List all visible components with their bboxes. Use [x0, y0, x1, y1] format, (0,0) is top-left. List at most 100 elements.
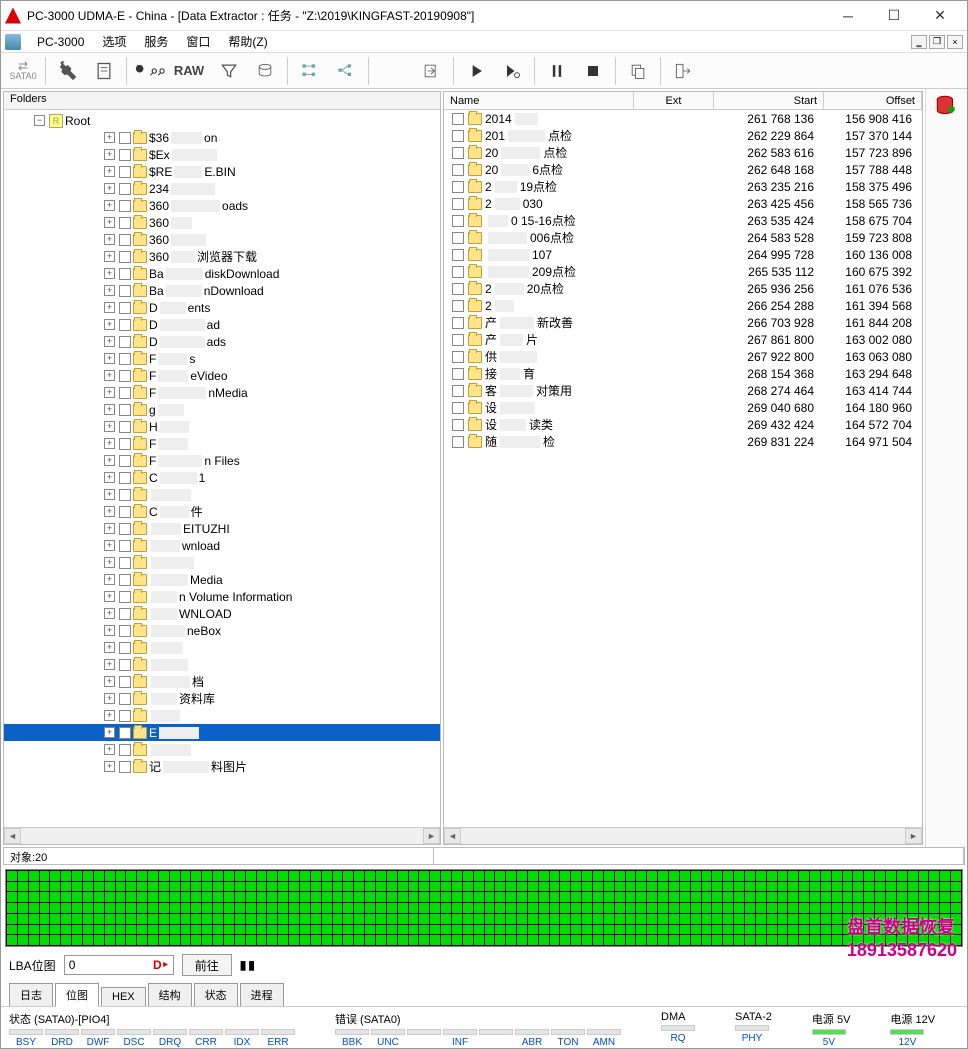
stop-button[interactable]	[575, 55, 611, 87]
tree-item[interactable]: +360	[104, 231, 440, 248]
tree-item[interactable]: +	[104, 741, 440, 758]
tree-item[interactable]: +234	[104, 180, 440, 197]
sata-port-button[interactable]: ⇄ SATA0	[5, 55, 41, 87]
document-button[interactable]	[86, 55, 122, 87]
tree-item[interactable]: +	[104, 486, 440, 503]
tree-item[interactable]: +BadiskDownload	[104, 265, 440, 282]
goto-button[interactable]: 前往	[182, 954, 232, 976]
row-checkbox[interactable]	[452, 300, 464, 312]
list-row[interactable]: 设269 040 680164 180 960	[444, 399, 922, 416]
row-checkbox[interactable]	[452, 368, 464, 380]
mdi-restore[interactable]: ❐	[929, 35, 945, 49]
copy-button[interactable]	[620, 55, 656, 87]
menu-service[interactable]: 服务	[138, 31, 174, 52]
tree-item[interactable]: +WNLOAD	[104, 605, 440, 622]
col-start[interactable]: Start	[714, 92, 824, 109]
row-checkbox[interactable]	[452, 130, 464, 142]
tab-hex[interactable]: HEX	[101, 987, 146, 1006]
tree-item[interactable]: +	[104, 707, 440, 724]
row-checkbox[interactable]	[452, 164, 464, 176]
list-row[interactable]: 供267 922 800163 063 080	[444, 348, 922, 365]
tree-item[interactable]: +资料库	[104, 690, 440, 707]
row-checkbox[interactable]	[452, 232, 464, 244]
tree-item[interactable]: +wnload	[104, 537, 440, 554]
horizontal-scrollbar[interactable]: ◄►	[4, 827, 440, 844]
tab-struct[interactable]: 结构	[148, 983, 192, 1006]
tree-item[interactable]: +Dents	[104, 299, 440, 316]
tree-item[interactable]: +E	[4, 724, 440, 741]
row-checkbox[interactable]	[452, 351, 464, 363]
row-checkbox[interactable]	[452, 181, 464, 193]
list-row[interactable]: 201点检262 229 864157 370 144	[444, 127, 922, 144]
list-row[interactable]: 2030263 425 456158 565 736	[444, 195, 922, 212]
menu-options[interactable]: 选项	[96, 31, 132, 52]
folder-tree[interactable]: −RRoot+$36on+$Ex+$REE.BIN+234+360oads+36…	[4, 110, 440, 827]
menu-window[interactable]: 窗口	[180, 31, 216, 52]
list-row[interactable]: 2266 254 288161 394 568	[444, 297, 922, 314]
tree-item[interactable]: +	[104, 656, 440, 673]
tree-item[interactable]: +FnMedia	[104, 384, 440, 401]
row-checkbox[interactable]	[452, 249, 464, 261]
disk-button[interactable]	[247, 55, 283, 87]
row-checkbox[interactable]	[452, 266, 464, 278]
list-row[interactable]: 20点检262 583 616157 723 896	[444, 144, 922, 161]
nodes2-button[interactable]	[328, 55, 364, 87]
row-checkbox[interactable]	[452, 334, 464, 346]
menu-app[interactable]: PC-3000	[31, 33, 90, 51]
lba-bitmap[interactable]	[5, 869, 963, 947]
db-icon[interactable]	[933, 93, 961, 121]
tree-item[interactable]: +Fn Files	[104, 452, 440, 469]
list-row[interactable]: 客对策用268 274 464163 414 744	[444, 382, 922, 399]
row-checkbox[interactable]	[452, 402, 464, 414]
list-row[interactable]: 107264 995 728160 136 008	[444, 246, 922, 263]
col-offset[interactable]: Offset	[824, 92, 922, 109]
tree-item[interactable]: +Dads	[104, 333, 440, 350]
tree-item[interactable]: +档	[104, 673, 440, 690]
tree-item[interactable]: +g	[104, 401, 440, 418]
tree-item[interactable]: +360oads	[104, 197, 440, 214]
row-checkbox[interactable]	[452, 283, 464, 295]
exit-button[interactable]	[665, 55, 701, 87]
tree-item[interactable]: +n Volume Information	[104, 588, 440, 605]
raw-button[interactable]: RAW	[167, 55, 211, 87]
tree-item[interactable]: +Dad	[104, 316, 440, 333]
list-row[interactable]: 接育268 154 368163 294 648	[444, 365, 922, 382]
tree-item[interactable]: +F	[104, 435, 440, 452]
list-row[interactable]: 2014261 768 136156 908 416	[444, 110, 922, 127]
tree-item[interactable]: +记料图片	[104, 758, 440, 775]
tree-item[interactable]: +Fs	[104, 350, 440, 367]
list-row[interactable]: 006点检264 583 528159 723 808	[444, 229, 922, 246]
col-name[interactable]: Name	[444, 92, 634, 109]
tree-item[interactable]: +neBox	[104, 622, 440, 639]
tree-item[interactable]: +FeVideo	[104, 367, 440, 384]
list-row[interactable]: 产新改善266 703 928161 844 208	[444, 314, 922, 331]
row-checkbox[interactable]	[452, 419, 464, 431]
pause-button[interactable]	[539, 55, 575, 87]
lba-input[interactable]: 0D‣	[64, 955, 174, 975]
tools-button[interactable]	[50, 55, 86, 87]
list-row[interactable]: 产片267 861 800163 002 080	[444, 331, 922, 348]
tree-item[interactable]: +H	[104, 418, 440, 435]
tab-log[interactable]: 日志	[9, 983, 53, 1006]
tree-item[interactable]: +360浏览器下载	[104, 248, 440, 265]
list-header[interactable]: Name Ext Start Offset	[444, 92, 922, 110]
export-button[interactable]	[413, 55, 449, 87]
tree-item[interactable]: +$36on	[104, 129, 440, 146]
close-button[interactable]: ✕	[917, 2, 963, 30]
row-checkbox[interactable]	[452, 198, 464, 210]
mdi-minimize[interactable]: ‗	[911, 35, 927, 49]
row-checkbox[interactable]	[452, 215, 464, 227]
list-row[interactable]: 0 15-16点检263 535 424158 675 704	[444, 212, 922, 229]
list-row[interactable]: 206点检262 648 168157 788 448	[444, 161, 922, 178]
tree-item[interactable]: +$Ex	[104, 146, 440, 163]
tree-item[interactable]: +	[104, 554, 440, 571]
row-checkbox[interactable]	[452, 385, 464, 397]
nodes1-button[interactable]	[292, 55, 328, 87]
tree-item[interactable]: +	[104, 639, 440, 656]
pause-icon[interactable]: ▮▮	[240, 958, 257, 972]
list-row[interactable]: 209点检265 535 112160 675 392	[444, 263, 922, 280]
tab-bitmap[interactable]: 位图	[55, 983, 99, 1007]
tree-item[interactable]: +C1	[104, 469, 440, 486]
menu-help[interactable]: 帮助(Z)	[222, 31, 273, 52]
row-checkbox[interactable]	[452, 436, 464, 448]
